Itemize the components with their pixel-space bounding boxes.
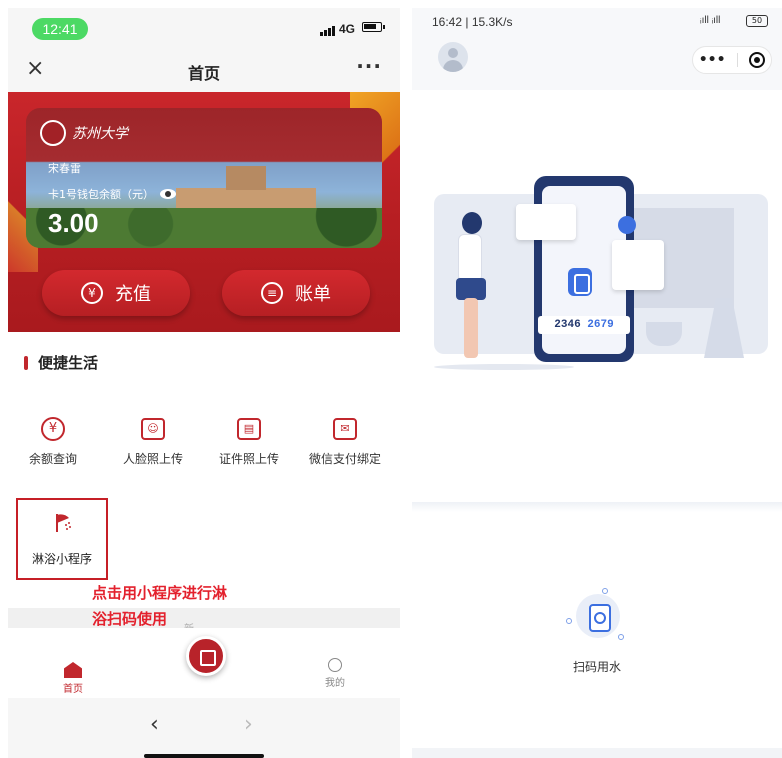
annotation-line-1: 点击用小程序进行淋 <box>92 584 228 602</box>
more-dots-icon[interactable]: ••• <box>699 52 726 68</box>
bucket-icon <box>646 322 682 346</box>
yuan-circle-icon: ¥ <box>8 412 98 441</box>
feature-label: 人脸照上传 <box>122 452 183 466</box>
balance-label-row: 卡1号钱包余额（元） <box>48 186 176 202</box>
illustration-popup-card <box>516 204 576 240</box>
back-chevron-icon[interactable]: ‹ <box>150 712 159 737</box>
feature-label: 微信支付绑定 <box>308 452 381 466</box>
id-card-icon: ▤ <box>204 412 294 440</box>
illustration-number: 2346 2679 <box>538 316 630 334</box>
shower-mini-program-tile[interactable]: 淋浴小程序 <box>16 498 108 580</box>
balance-label: 卡1号钱包余额（元） <box>48 188 154 201</box>
more-icon[interactable]: ··· <box>356 54 382 78</box>
browser-nav-bar: ‹ › <box>8 698 400 758</box>
mini-program-capsule: ••• <box>692 46 772 74</box>
user-icon <box>328 658 342 672</box>
section-title-marker <box>24 355 28 370</box>
mini-program-header: ••• <box>412 36 782 90</box>
illustration-calendar-card <box>612 240 664 290</box>
feature-wechat-pay-bind[interactable]: ✉ 微信支付绑定 <box>300 412 390 467</box>
status-time: 12:41 <box>32 18 88 40</box>
wechat-bind-icon: ✉ <box>300 412 390 440</box>
bill-list-icon: ≡ <box>261 282 283 304</box>
home-icon <box>64 662 82 678</box>
eye-icon[interactable] <box>160 189 176 199</box>
illustration-person <box>456 278 486 300</box>
right-phone: 16:42 | 15.3K/s ᵢıll ᵢıll 50 ••• 2346 26… <box>412 8 782 758</box>
capsule-divider <box>736 53 738 67</box>
feature-balance-query[interactable]: ¥ 余额查询 <box>8 412 98 467</box>
network-type: 4G <box>339 22 356 36</box>
tab-home[interactable]: 首页 <box>58 662 88 695</box>
shower-icon <box>56 514 71 532</box>
scan-water-label[interactable]: 扫码用水 <box>412 658 782 675</box>
tab-home-label: 首页 <box>63 684 83 695</box>
illustration-person <box>458 234 482 282</box>
screenshot-root: 12:41 4G × 首页 ··· 苏州大学 宋春雷 卡1号钱包余额（元） 3.… <box>0 0 782 758</box>
illustration-person <box>462 212 482 234</box>
section-title: 便捷生活 <box>24 352 98 373</box>
scan-qr-button[interactable] <box>186 636 226 676</box>
divider <box>412 502 782 512</box>
check-icon <box>618 216 636 234</box>
status-bar: 12:41 4G <box>8 8 400 48</box>
card-holder-name: 宋春雷 <box>48 162 81 175</box>
battery-icon: 50 <box>746 15 768 27</box>
convenient-life-section: 便捷生活 ¥ 余额查询 ☺ 人脸照上传 ▤ 证件照上传 ✉ 微信支付绑定 淋浴小… <box>8 332 400 608</box>
university-logo-text: 苏州大学 <box>72 126 128 142</box>
section-title-text: 便捷生活 <box>38 354 99 372</box>
feature-label: 余额查询 <box>28 452 77 466</box>
decorative-dot <box>566 618 572 624</box>
forward-chevron-icon[interactable]: › <box>244 712 253 737</box>
shower-label: 淋浴小程序 <box>31 552 92 566</box>
university-seal-icon <box>40 120 66 146</box>
status-time-speed: 16:42 | 15.3K/s <box>432 15 513 29</box>
nav-bar: × 首页 ··· <box>8 48 400 92</box>
status-bar: 16:42 | 15.3K/s ᵢıll ᵢıll 50 <box>412 8 782 36</box>
avatar[interactable] <box>438 42 468 72</box>
tab-mine[interactable]: 我的 <box>318 658 352 689</box>
illustration-person <box>464 298 478 358</box>
face-scan-icon: ☺ <box>108 412 198 440</box>
close-target-icon[interactable] <box>749 52 766 68</box>
left-phone: 12:41 4G × 首页 ··· 苏州大学 宋春雷 卡1号钱包余额（元） 3.… <box>8 8 400 758</box>
home-indicator[interactable] <box>144 754 264 758</box>
signal-icon <box>320 22 336 36</box>
recharge-button[interactable]: ¥ 充值 <box>42 270 190 316</box>
water-meter-scan-icon[interactable] <box>576 594 620 638</box>
signal-icon: ᵢıll ᵢıll <box>700 15 721 26</box>
bill-label: 账单 <box>295 284 331 305</box>
bill-button[interactable]: ≡ 账单 <box>222 270 370 316</box>
water-meter-icon <box>568 268 592 296</box>
bottom-bar <box>412 748 782 758</box>
tab-mine-label: 我的 <box>325 678 345 689</box>
battery-icon <box>362 22 385 32</box>
scan-water-illustration: 2346 2679 <box>434 168 768 388</box>
annotation-line-2: 浴扫码使用 <box>92 610 168 628</box>
university-logo: 苏州大学 <box>40 120 128 146</box>
feature-id-photo-upload[interactable]: ▤ 证件照上传 <box>204 412 294 467</box>
feature-label: 证件照上传 <box>218 452 279 466</box>
recharge-label: 充值 <box>115 284 151 305</box>
feature-face-upload[interactable]: ☺ 人脸照上传 <box>108 412 198 467</box>
balance-amount: 3.00 <box>48 208 99 238</box>
campus-card[interactable]: 苏州大学 宋春雷 卡1号钱包余额（元） 3.00 <box>26 108 382 248</box>
section-gap <box>8 608 400 628</box>
decorative-dot <box>602 588 608 594</box>
illustration-floor-shadow <box>434 364 574 370</box>
page-title: 首页 <box>187 64 220 83</box>
decorative-dot <box>618 634 624 640</box>
signal-indicator: 4G <box>320 22 355 36</box>
yuan-plus-icon: ¥ <box>81 282 103 304</box>
